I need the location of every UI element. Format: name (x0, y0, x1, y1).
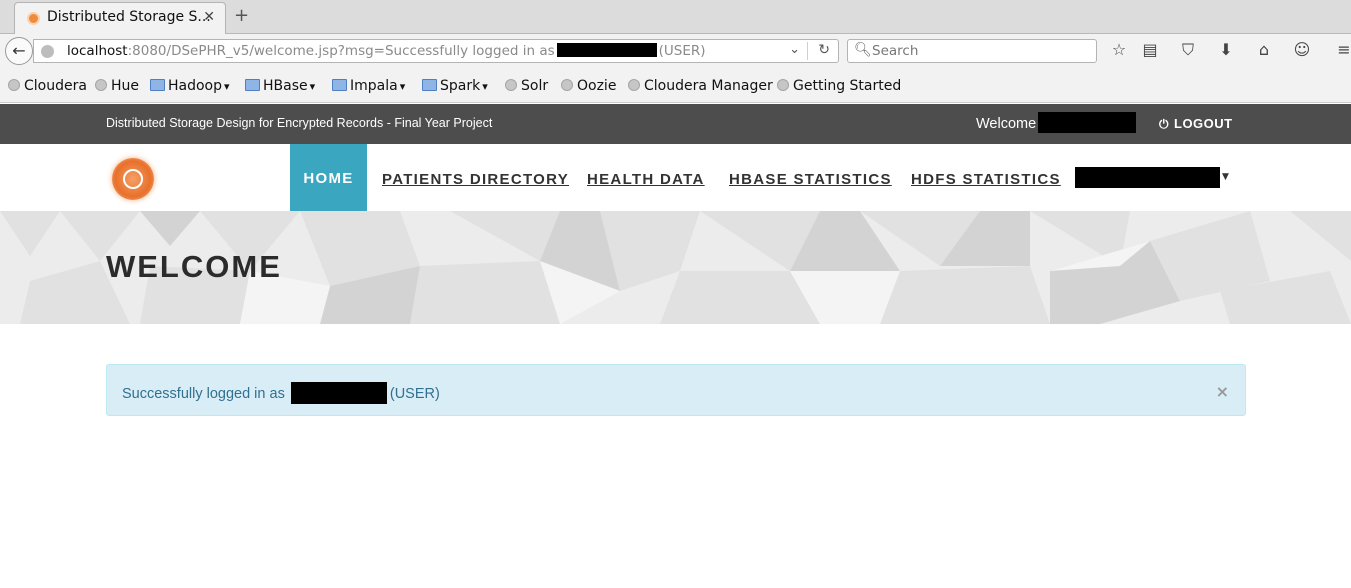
alert-text-after: (USER) (389, 386, 440, 402)
pocket-icon[interactable]: ⛉ (1177, 40, 1199, 60)
globe-icon (505, 79, 517, 91)
close-tab-icon[interactable]: ✕ (203, 9, 215, 25)
site-logo[interactable] (112, 158, 154, 200)
folder-icon (245, 79, 260, 91)
url-text[interactable]: localhost:8080/DSePHR_v5/welcome.jsp?msg… (67, 43, 706, 59)
url-host: localhost (67, 43, 128, 59)
logout-button[interactable]: ⏻ LOGOUT (1159, 116, 1233, 132)
nav-health-data[interactable]: HEALTH DATA (587, 171, 705, 188)
browser-tab-bar: Distributed Storage S... ✕ + (0, 0, 1351, 34)
bookmark-cloudera-manager[interactable]: Cloudera Manager (628, 78, 773, 94)
nav-hbase-statistics[interactable]: HBASE STATISTICS (729, 171, 892, 188)
chat-icon[interactable]: ☺ (1291, 40, 1313, 59)
chevron-down-icon: ▾ (482, 80, 488, 93)
bookmark-solr[interactable]: Solr (505, 78, 548, 94)
search-bar[interactable]: 🔍︎ (847, 39, 1097, 63)
bookmark-cloudera[interactable]: Cloudera (8, 78, 87, 94)
url-path-suffix: (USER) (658, 43, 706, 59)
nav-patients-directory[interactable]: PATIENTS DIRECTORY (382, 171, 569, 188)
redacted-username (290, 382, 387, 404)
caret-down-icon[interactable]: ▼ (1222, 172, 1229, 182)
site-info-icon[interactable] (41, 45, 54, 58)
redacted-username (1038, 112, 1136, 133)
bookmark-getting-started[interactable]: Getting Started (777, 78, 901, 94)
nav-home[interactable]: HOME (290, 144, 367, 211)
hero-banner: WELCOME (0, 211, 1351, 324)
search-input[interactable] (872, 41, 1092, 61)
success-alert: Successfully logged in as (USER) × (106, 364, 1246, 416)
search-icon: 🔍︎ (854, 42, 872, 58)
redacted-username (556, 43, 657, 57)
globe-icon (561, 79, 573, 91)
bookmark-folder-impala[interactable]: Impala ▾ (332, 78, 405, 94)
globe-icon (628, 79, 640, 91)
power-icon: ⏻ (1159, 117, 1169, 131)
url-path: :8080/DSePHR_v5/welcome.jsp?msg=Successf… (127, 43, 555, 59)
reload-icon[interactable]: ↻ (818, 42, 830, 58)
globe-icon (95, 79, 107, 91)
bookmark-folder-hbase[interactable]: HBase ▾ (245, 78, 315, 94)
chevron-down-icon: ▾ (399, 80, 406, 93)
folder-icon (422, 79, 437, 91)
reading-list-icon[interactable]: ▤ (1139, 40, 1161, 59)
star-icon[interactable]: ☆ (1108, 40, 1130, 59)
menu-icon[interactable]: ≡ (1333, 40, 1351, 59)
flower-icon (123, 169, 143, 189)
download-icon[interactable]: ⬇ (1215, 40, 1237, 59)
user-menu-redacted[interactable] (1075, 167, 1220, 188)
globe-icon (8, 79, 20, 91)
alert-close-button[interactable]: × (1216, 382, 1229, 401)
bookmark-oozie[interactable]: Oozie (561, 78, 616, 94)
globe-icon (777, 79, 789, 91)
welcome-label: Welcome (976, 116, 1037, 132)
home-icon[interactable]: ⌂ (1253, 40, 1275, 59)
nav-hdfs-statistics[interactable]: HDFS STATISTICS (911, 171, 1061, 188)
folder-icon (150, 79, 165, 91)
site-favicon-icon (27, 12, 40, 25)
page-title: WELCOME (106, 249, 282, 284)
new-tab-button[interactable]: + (234, 6, 249, 26)
url-separator (807, 42, 808, 60)
alert-message: Successfully logged in as (USER) (122, 382, 440, 404)
chevron-down-icon: ▾ (309, 80, 316, 93)
bookmark-folder-hadoop[interactable]: Hadoop ▾ (150, 78, 230, 94)
url-history-dropdown-icon[interactable]: ⌄ (789, 42, 800, 57)
site-main-nav: HOME PATIENTS DIRECTORY HEALTH DATA HBAS… (0, 144, 1351, 211)
project-title: Distributed Storage Design for Encrypted… (106, 116, 493, 130)
site-top-strip: Distributed Storage Design for Encrypted… (0, 104, 1351, 144)
bookmark-folder-spark[interactable]: Spark ▾ (422, 78, 488, 94)
folder-icon (332, 79, 347, 91)
tab-title: Distributed Storage S... (47, 9, 211, 25)
url-bar[interactable]: localhost:8080/DSePHR_v5/welcome.jsp?msg… (33, 39, 839, 63)
bookmark-hue[interactable]: Hue (95, 78, 139, 94)
logout-label: LOGOUT (1174, 116, 1233, 131)
alert-text-before: Successfully logged in as (122, 386, 285, 402)
bookmarks-toolbar: Cloudera Hue Hadoop ▾ HBase ▾ Impala ▾ Spar… (0, 68, 1351, 103)
browser-tab[interactable]: Distributed Storage S... ✕ (14, 2, 226, 34)
chevron-down-icon: ▾ (224, 80, 230, 93)
back-button[interactable]: ← (5, 37, 33, 65)
